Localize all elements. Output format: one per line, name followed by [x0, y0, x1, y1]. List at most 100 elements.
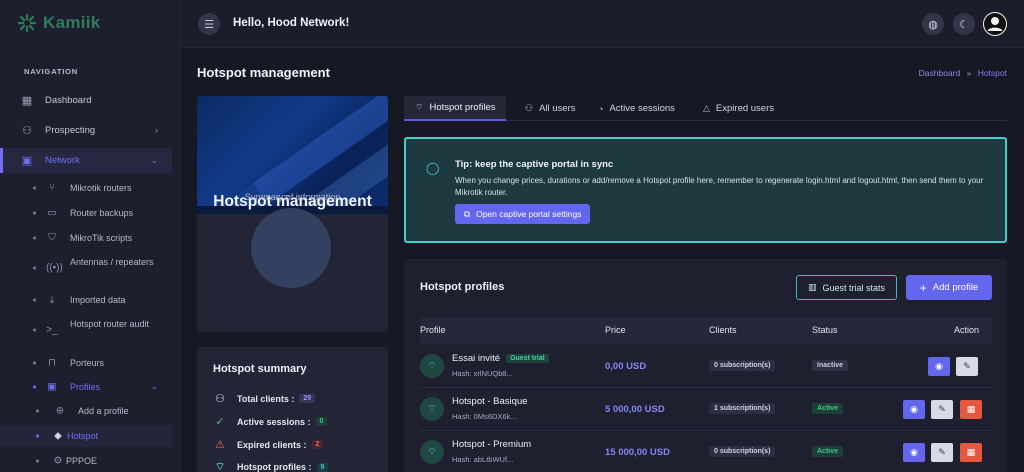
hard-drive-icon: ▭	[47, 207, 57, 218]
delete-button[interactable]: ▦	[960, 400, 982, 419]
theme-toggle-button[interactable]: ☾	[953, 13, 975, 35]
check-circle-icon: ◔	[598, 103, 604, 114]
table-header: Profile Price Clients Status Action	[420, 317, 992, 344]
summary-row-expired-clients: ⚠ Expired clients : 2	[213, 438, 324, 451]
table-row: ⌔ Hotspot - Premium Hash: abLtbWUf... 15…	[420, 431, 992, 472]
plus-icon: +	[919, 280, 927, 295]
profile-name: Hotspot - Premium	[452, 439, 532, 450]
globe-icon: ◍	[928, 18, 938, 31]
users-group-icon: ⚇	[215, 393, 225, 405]
view-button[interactable]: ◉	[903, 443, 925, 462]
lightbulb-icon: ◯	[426, 161, 440, 175]
gear-icon: ⚙	[53, 455, 63, 466]
guest-trial-badge: Guest trial	[506, 354, 549, 363]
sidebar-item-prospecting[interactable]: ⚇ Prospecting ›	[0, 120, 172, 140]
add-profile-button[interactable]: + Add profile	[906, 275, 992, 300]
sidebar-sub-antennas[interactable]: ((•)) Antennas / repeaters	[0, 256, 172, 280]
summary-row-active-sessions: ✓ Active sessions : 0	[213, 415, 328, 428]
column-header-status: Status	[812, 325, 838, 335]
count-badge: 9	[316, 462, 329, 472]
view-button[interactable]: ◉	[903, 400, 925, 419]
chevron-down-icon: ⌄	[150, 155, 158, 165]
brand[interactable]: Kamiik	[17, 12, 101, 34]
open-captive-portal-settings-button[interactable]: ⧉ Open captive portal settings	[455, 204, 591, 224]
menu-icon: ☰	[204, 18, 214, 31]
sidebar-item-dashboard[interactable]: ▦ Dashboard	[0, 90, 172, 110]
tip-text: When you change prices, durations or add…	[455, 176, 984, 197]
breadcrumb-current: Hotspot	[977, 68, 1007, 78]
sidebar-sub-mikrotik-scripts[interactable]: ⛉ MikroTik scripts	[0, 230, 172, 245]
breadcrumb-home-link[interactable]: Dashboard	[919, 68, 961, 78]
sidebar-sub-add-profile[interactable]: ⊕ Add a profile	[0, 403, 172, 418]
column-header-action: Action	[954, 325, 980, 335]
avatar[interactable]	[983, 12, 1007, 36]
moon-icon: ☾	[959, 18, 969, 31]
wifi-icon: ⌔	[420, 440, 444, 464]
wifi-icon: ⌔	[420, 397, 444, 421]
tab-expired-users[interactable]: △ Expired users	[692, 96, 785, 121]
menu-toggle-button[interactable]: ☰	[198, 13, 220, 35]
guest-trial-stats-button[interactable]: ▥ Guest trial stats	[796, 275, 898, 300]
sidebar-item-network[interactable]: ▣ Network ⌄	[0, 148, 172, 173]
count-badge: 0	[315, 417, 328, 426]
tip-title: Tip: keep the captive portal in sync	[455, 159, 614, 170]
summary-card: Hotspot summary ⚇ Total clients : 29 ✓ A…	[197, 347, 388, 472]
profile-hash: Hash: abLtbWUf...	[452, 455, 514, 464]
edit-button[interactable]: ✎	[931, 400, 953, 419]
column-header-price: Price	[605, 325, 626, 335]
sidebar-sub-porteurs[interactable]: ⊓ Porteurs	[0, 355, 172, 370]
sidebar-sub-profiles[interactable]: ▣ Profiles ⌄	[0, 378, 172, 396]
summary-row-total-clients: ⚇ Total clients : 29	[213, 392, 316, 405]
users-icon: ⚇	[525, 103, 534, 113]
breadcrumb: Dashboard » Hotspot	[919, 68, 1007, 78]
topbar: ☰ Hello, Hood Network! ◍ ☾	[181, 0, 1024, 48]
sidebar-sub-router-backups[interactable]: ▭ Router backups	[0, 205, 172, 220]
pencil-icon: ✎	[963, 361, 971, 371]
profiles-card: Hotspot profiles ▥ Guest trial stats + A…	[404, 259, 1007, 472]
users-icon: ⚇	[22, 124, 32, 137]
view-button[interactable]: ◉	[928, 357, 950, 376]
plus-circle-icon: ⊕	[55, 405, 65, 416]
summary-row-hotspot-profiles: ⌔ Hotspot profiles : 9	[213, 460, 329, 472]
eye-icon: ◉	[910, 447, 918, 457]
warning-icon: △	[703, 103, 710, 113]
profile-name: Essai invité	[452, 353, 501, 364]
language-button[interactable]: ◍	[922, 13, 944, 35]
sidebar-sub-pppoe[interactable]: ⚙ PPPOE	[0, 453, 172, 468]
tab-all-users[interactable]: ⚇ All users	[514, 96, 587, 121]
hero-circle	[251, 208, 331, 288]
sidebar-sub-hotspot-router-audit[interactable]: >_ Hotspot router audit	[0, 318, 172, 342]
tab-hotspot-profiles[interactable]: ⌔ Hotspot profiles	[404, 96, 507, 121]
user-icon	[984, 13, 1006, 35]
eye-icon: ◉	[935, 361, 943, 371]
edit-button[interactable]: ✎	[956, 357, 978, 376]
id-card-icon: ▣	[47, 381, 57, 393]
sidebar-sub-mikrotik-routers[interactable]: ⑂ Mikrotik routers	[0, 180, 172, 195]
edit-button[interactable]: ✎	[931, 443, 953, 462]
bar-chart-icon: ▥	[808, 282, 817, 292]
summary-title: Hotspot summary	[213, 363, 307, 375]
hero-subtitle: Summary of information	[244, 192, 341, 202]
profile-price: 0,00 USD	[605, 361, 647, 372]
sidebar-sub-hotspot[interactable]: ◆ Hotspot	[0, 425, 172, 447]
page-title: Hotspot management	[197, 65, 330, 80]
table-row: ⌔ Essai invité Guest trial Hash: xrlNUQb…	[420, 345, 992, 388]
download-icon: ⤓	[49, 294, 55, 305]
brand-logo-icon	[17, 13, 37, 33]
shield-icon: ⛉	[48, 232, 56, 243]
sidebar-sub-imported-data[interactable]: ⤓ Imported data	[0, 292, 172, 307]
pencil-icon: ✎	[938, 447, 946, 457]
tab-bar: ⌔ Hotspot profiles ⚇ All users ◔ Active …	[404, 96, 1007, 121]
chevron-down-icon: ⌄	[150, 381, 158, 391]
profiles-title: Hotspot profiles	[420, 281, 505, 293]
delete-button[interactable]: ▦	[960, 443, 982, 462]
wifi-icon: ⌔	[415, 102, 424, 112]
trash-icon: ▦	[966, 404, 976, 414]
tab-active-sessions[interactable]: ◔ Active sessions	[587, 96, 686, 121]
column-header-profile: Profile	[420, 325, 446, 335]
antenna-icon: ((•))	[46, 262, 63, 274]
status-badge: Inactive	[812, 360, 849, 371]
profile-hash: Hash: 0Ms6DX6k...	[452, 412, 517, 421]
pencil-icon: ✎	[938, 404, 946, 414]
sidebar: Kamiik NAVIGATION ▦ Dashboard ⚇ Prospect…	[0, 0, 181, 472]
